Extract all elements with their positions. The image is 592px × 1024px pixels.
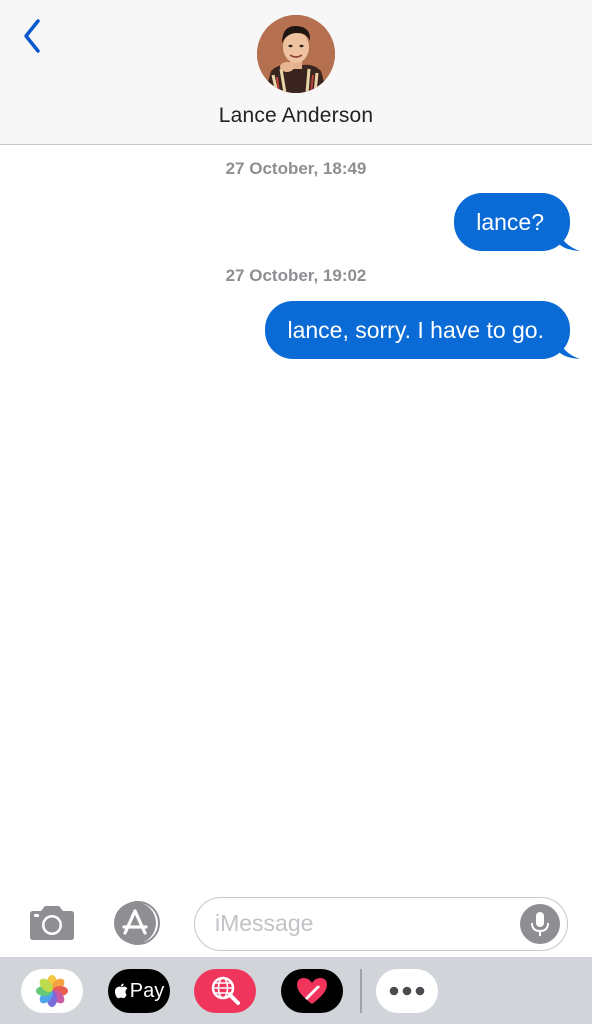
imessage-input[interactable]	[215, 898, 515, 949]
message-bubble-outgoing[interactable]: lance?	[454, 193, 570, 251]
ellipsis-icon	[389, 986, 425, 996]
apple-pay-button[interactable]: Pay	[108, 969, 170, 1013]
photos-flower-icon	[36, 975, 68, 1007]
message-timestamp: 27 October, 18:49	[225, 159, 367, 178]
camera-button[interactable]	[24, 900, 80, 946]
contact-avatar[interactable]	[257, 15, 335, 93]
message-bubble-outgoing[interactable]: lance, sorry. I have to go.	[265, 301, 570, 359]
app-drawer: Pay	[0, 957, 592, 1024]
bubble-tail	[558, 337, 580, 359]
app-store-icon	[114, 901, 160, 945]
dictation-button[interactable]	[520, 904, 560, 944]
heart-icon	[297, 978, 327, 1004]
message-input-container	[194, 897, 568, 951]
more-apps-button[interactable]	[376, 969, 438, 1013]
contact-name[interactable]: Lance Anderson	[0, 104, 592, 128]
camera-icon	[30, 906, 74, 940]
drawer-divider	[360, 969, 362, 1013]
messages-conversation-screen: Lance Anderson 27 October, 18:49 lance? …	[0, 0, 592, 1024]
image-search-app-button[interactable]	[194, 969, 256, 1013]
microphone-icon	[531, 912, 549, 936]
globe-magnifier-icon	[211, 976, 240, 1005]
app-store-button[interactable]	[108, 899, 170, 947]
apple-pay-label: Pay	[129, 979, 165, 1002]
chevron-left-icon	[24, 19, 40, 53]
digital-touch-app-button[interactable]	[281, 969, 343, 1013]
apple-logo-icon	[114, 983, 128, 998]
photos-app-button[interactable]	[21, 969, 83, 1013]
conversation-header: Lance Anderson	[0, 0, 592, 145]
message-timestamp: 27 October, 19:02	[225, 266, 367, 285]
back-button[interactable]	[14, 14, 50, 58]
bubble-tail	[558, 229, 580, 251]
contact-photo	[257, 15, 335, 93]
